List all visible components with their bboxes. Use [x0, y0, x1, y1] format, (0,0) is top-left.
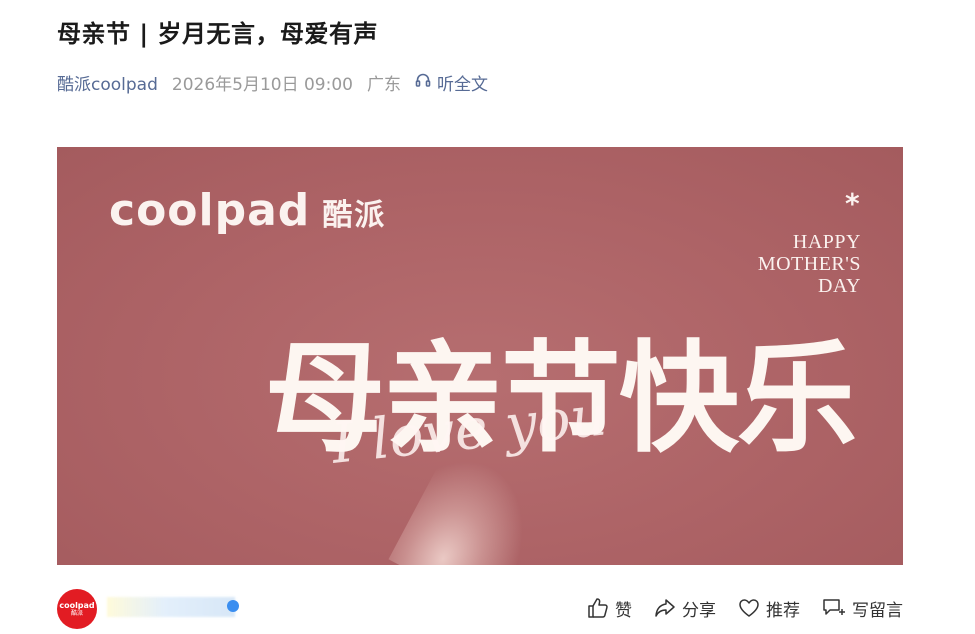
verified-badge-icon — [227, 600, 239, 612]
avatar-text-cn: 酷派 — [70, 610, 83, 617]
account-avatar[interactable]: coolpad 酷派 — [57, 589, 97, 629]
thumbs-up-icon — [587, 597, 609, 619]
like-label: 赞 — [615, 600, 632, 621]
recommend-label: 推荐 — [766, 600, 800, 621]
comment-icon — [822, 597, 846, 619]
blurred-account-name — [107, 597, 235, 617]
banner-image[interactable]: coolpad 酷派 * HAPPY MOTHER'S DAY 母亲节快乐 I … — [57, 147, 903, 565]
article-title: 母亲节 | 岁月无言，母爱有声 — [57, 20, 378, 48]
happy-mothers-day-text: HAPPY MOTHER'S DAY — [721, 231, 861, 297]
comment-label: 写留言 — [852, 600, 903, 621]
brand-logo: coolpad 酷派 — [109, 185, 386, 236]
listen-label: 听全文 — [436, 74, 488, 95]
listen-button[interactable]: 听全文 — [415, 70, 488, 95]
comment-button[interactable]: 写留言 — [822, 596, 903, 621]
hmd-line-1: HAPPY — [792, 231, 861, 253]
brand-name-en: coolpad — [109, 185, 311, 236]
brand-name-cn: 酷派 — [322, 198, 387, 233]
asterisk-icon: * — [845, 187, 860, 220]
like-button[interactable]: 赞 — [587, 596, 632, 621]
article-footer: coolpad 酷派 赞 分享 推荐 写留言 — [57, 588, 903, 629]
share-icon — [654, 597, 676, 619]
hmd-line-3: DAY — [818, 275, 861, 297]
publish-time: 2026年5月10日 09:00 — [171, 74, 353, 95]
article-meta: 酷派coolpad 2026年5月10日 09:00 广东 听全文 — [57, 69, 488, 95]
avatar-text-en: coolpad — [59, 601, 95, 610]
share-label: 分享 — [682, 600, 716, 621]
heart-icon — [738, 597, 760, 619]
location: 广东 — [366, 74, 401, 95]
hmd-line-2: MOTHER'S — [757, 253, 861, 275]
author-link[interactable]: 酷派coolpad — [57, 70, 158, 95]
share-button[interactable]: 分享 — [654, 596, 716, 621]
action-bar: 赞 分享 推荐 写留言 — [587, 588, 903, 628]
headphones-icon — [415, 72, 431, 93]
recommend-button[interactable]: 推荐 — [738, 596, 800, 621]
